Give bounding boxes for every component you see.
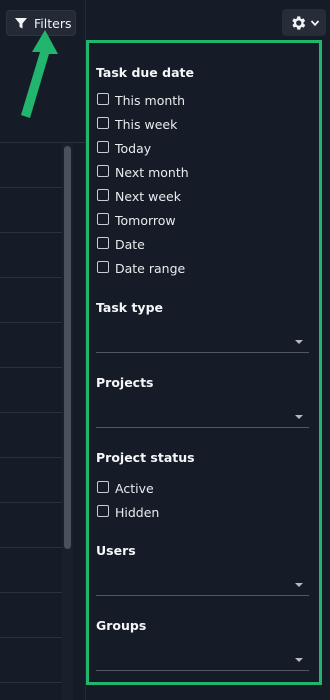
checkbox[interactable] bbox=[97, 260, 109, 273]
section-title-users: Users bbox=[96, 543, 136, 558]
groups-select[interactable] bbox=[96, 648, 309, 671]
checkbox-date[interactable]: Date bbox=[97, 235, 145, 252]
checkbox-label: This month bbox=[115, 93, 186, 108]
section-title-groups: Groups bbox=[96, 618, 147, 633]
checkbox-this-week[interactable]: This week bbox=[97, 115, 178, 132]
row-divider bbox=[0, 277, 62, 278]
checkbox[interactable] bbox=[97, 480, 109, 493]
row-divider bbox=[0, 367, 62, 368]
dropdown-caret-icon bbox=[295, 583, 303, 587]
checkbox-next-month[interactable]: Next month bbox=[97, 163, 189, 180]
checkbox-tomorrow[interactable]: Tomorrow bbox=[97, 211, 176, 228]
checkbox[interactable] bbox=[97, 188, 109, 201]
row-divider bbox=[0, 682, 62, 683]
checkbox-date-range[interactable]: Date range bbox=[97, 259, 186, 276]
section-title-task-due-date: Task due date bbox=[96, 65, 194, 80]
checkbox-label: Today bbox=[115, 141, 152, 156]
checkbox-next-week[interactable]: Next week bbox=[97, 187, 181, 204]
checkbox[interactable] bbox=[97, 212, 109, 225]
checkbox-hidden[interactable]: Hidden bbox=[97, 503, 160, 520]
checkbox[interactable] bbox=[97, 140, 109, 153]
row-divider bbox=[0, 592, 62, 593]
checkbox-today[interactable]: Today bbox=[97, 139, 152, 156]
checkbox[interactable] bbox=[97, 164, 109, 177]
checkbox-label: This week bbox=[115, 117, 178, 132]
section-title-projects: Projects bbox=[96, 375, 154, 390]
row-divider bbox=[0, 457, 62, 458]
checkbox-label: Next week bbox=[115, 189, 181, 204]
dropdown-caret-icon bbox=[295, 415, 303, 419]
checkbox[interactable] bbox=[97, 236, 109, 249]
task-type-select[interactable] bbox=[96, 330, 309, 353]
projects-select[interactable] bbox=[96, 405, 309, 428]
checkbox[interactable] bbox=[97, 116, 109, 129]
checkbox[interactable] bbox=[97, 92, 109, 105]
gear-icon bbox=[291, 15, 305, 30]
checkbox-label: Hidden bbox=[115, 505, 160, 520]
content-pane: Filters bbox=[0, 0, 86, 700]
filter-panel: Task due date This month This week Today… bbox=[86, 40, 322, 685]
section-title-project-status: Project status bbox=[96, 450, 195, 465]
section-title-task-type: Task type bbox=[96, 300, 164, 315]
dropdown-caret-icon bbox=[295, 658, 303, 662]
checkbox-label: Date bbox=[115, 237, 145, 252]
row-divider bbox=[0, 187, 62, 188]
row-divider bbox=[0, 502, 62, 503]
settings-button[interactable] bbox=[282, 9, 326, 36]
checkbox-active[interactable]: Active bbox=[97, 479, 154, 496]
checkbox-label: Date range bbox=[115, 261, 186, 276]
funnel-icon bbox=[15, 18, 27, 29]
filters-button-label: Filters bbox=[34, 15, 72, 31]
scrollbar-thumb[interactable] bbox=[64, 146, 71, 549]
checkbox-this-month[interactable]: This month bbox=[97, 91, 186, 108]
row-divider bbox=[0, 547, 62, 548]
annotation-arrow bbox=[21, 30, 58, 118]
checkbox-label: Next month bbox=[115, 165, 189, 180]
filter-sidebar: Task due date This month This week Today… bbox=[86, 0, 330, 700]
row-divider bbox=[0, 322, 62, 323]
checkbox[interactable] bbox=[97, 504, 109, 517]
row-divider bbox=[0, 232, 62, 233]
row-divider bbox=[0, 637, 62, 638]
users-select[interactable] bbox=[96, 573, 309, 596]
chevron-down-icon bbox=[310, 19, 319, 26]
checkbox-label: Active bbox=[115, 481, 154, 496]
row-divider bbox=[0, 412, 62, 413]
dropdown-caret-icon bbox=[295, 340, 303, 344]
checkbox-label: Tomorrow bbox=[115, 213, 176, 228]
